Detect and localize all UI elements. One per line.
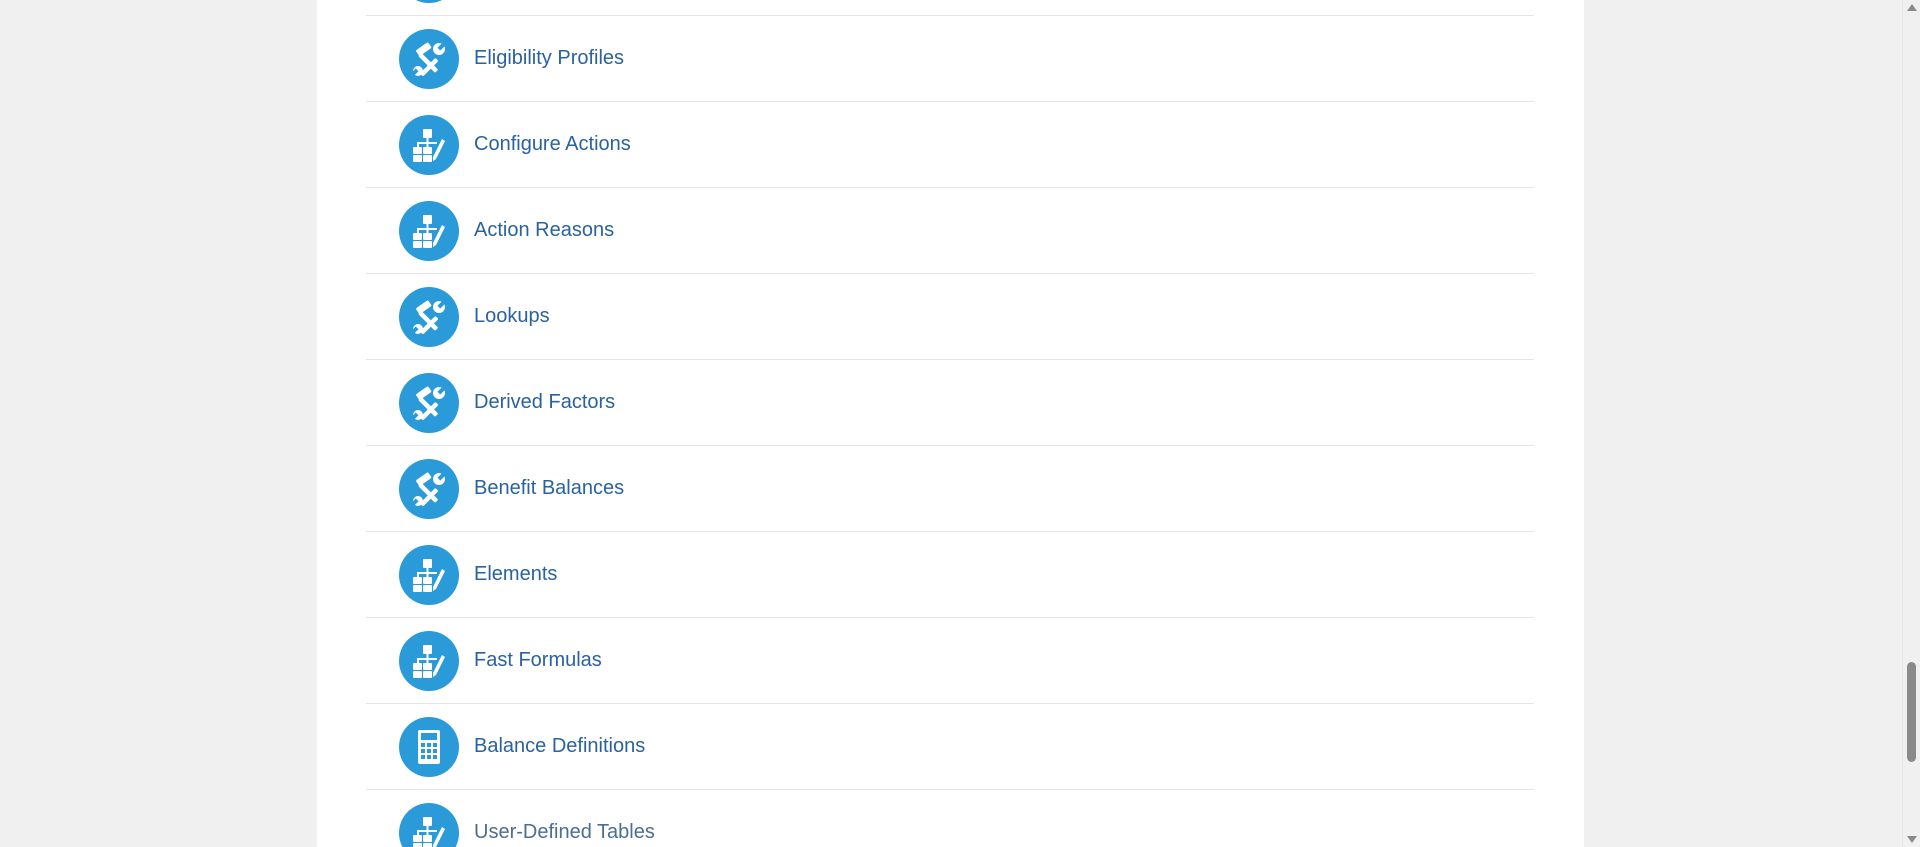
scrollbar-thumb[interactable] xyxy=(1907,662,1916,762)
vertical-scrollbar[interactable] xyxy=(1902,0,1920,847)
list-item-label[interactable]: User-Defined Tables xyxy=(474,821,655,844)
list-item-derived-factors[interactable]: Derived Factors xyxy=(366,360,1534,446)
tools-icon xyxy=(399,28,459,89)
hierarchy-edit-icon xyxy=(399,114,459,175)
tools-icon xyxy=(399,458,459,519)
hierarchy-edit-icon xyxy=(399,802,459,847)
task-list: Eligibility Profiles Configure Actions A… xyxy=(366,0,1534,847)
list-item[interactable] xyxy=(366,0,1534,16)
tools-icon xyxy=(399,0,459,3)
calculator-icon xyxy=(399,716,459,777)
list-item-label[interactable]: Balance Definitions xyxy=(474,735,645,758)
content-panel: Eligibility Profiles Configure Actions A… xyxy=(317,0,1584,847)
scroll-up-arrow-icon[interactable] xyxy=(1907,4,1917,11)
list-item-configure-actions[interactable]: Configure Actions xyxy=(366,102,1534,188)
list-item-action-reasons[interactable]: Action Reasons xyxy=(366,188,1534,274)
list-item-benefit-balances[interactable]: Benefit Balances xyxy=(366,446,1534,532)
list-item-label[interactable]: Eligibility Profiles xyxy=(474,47,624,70)
list-item-label[interactable]: Configure Actions xyxy=(474,133,631,156)
list-item-elements[interactable]: Elements xyxy=(366,532,1534,618)
list-item-label[interactable]: Action Reasons xyxy=(474,219,614,242)
list-item-fast-formulas[interactable]: Fast Formulas xyxy=(366,618,1534,704)
list-item-balance-definitions[interactable]: Balance Definitions xyxy=(366,704,1534,790)
hierarchy-edit-icon xyxy=(399,200,459,261)
list-item-label[interactable]: Fast Formulas xyxy=(474,649,602,672)
list-item-label[interactable]: Benefit Balances xyxy=(474,477,624,500)
scroll-down-arrow-icon[interactable] xyxy=(1907,836,1917,843)
list-item-label[interactable]: Derived Factors xyxy=(474,391,615,414)
tools-icon xyxy=(399,372,459,433)
tools-icon xyxy=(399,286,459,347)
list-item-label[interactable]: Elements xyxy=(474,563,557,586)
list-item-eligibility-profiles[interactable]: Eligibility Profiles xyxy=(366,16,1534,102)
list-item-lookups[interactable]: Lookups xyxy=(366,274,1534,360)
list-item-label[interactable]: Lookups xyxy=(474,305,550,328)
list-item-user-defined-tables[interactable]: User-Defined Tables xyxy=(366,790,1534,847)
hierarchy-edit-icon xyxy=(399,630,459,691)
hierarchy-edit-icon xyxy=(399,544,459,605)
